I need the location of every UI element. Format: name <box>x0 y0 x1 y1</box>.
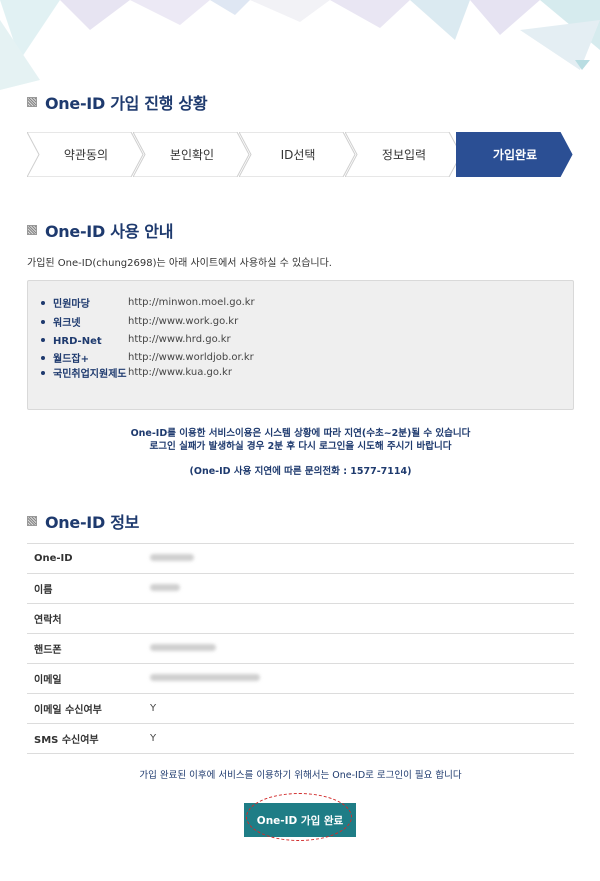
table-row: SMS 수신여부 Y <box>27 723 574 754</box>
account-info-table: One-ID 이름 연락처 핸드폰 이메일 이메일 수신여부 Y SMS 수신여… <box>27 543 574 754</box>
bullet-icon <box>41 301 45 305</box>
usage-intro-text: 가입된 One-ID(chung2698)는 아래 사이트에서 사용하실 수 있… <box>27 258 332 269</box>
bullet-icon <box>41 320 45 324</box>
login-required-note: 가입 완료된 이후에 서비스를 이용하기 위해서는 One-ID로 로그인이 필… <box>139 770 462 781</box>
table-row: One-ID <box>27 543 574 574</box>
info-section-title: One-ID 정보 <box>27 509 139 533</box>
info-title: One-ID 정보 <box>45 513 140 532</box>
complete-button-wrap: One-ID 가입 완료 <box>244 803 356 837</box>
step-identity-check: 본인확인 <box>133 132 251 177</box>
signup-progress-steps: 약관동의 본인확인 ID선택 정보입력 가입완료 <box>27 132 574 177</box>
table-row: 핸드폰 <box>27 633 574 664</box>
bullet-icon <box>41 356 45 360</box>
table-row: 이메일 수신여부 Y <box>27 693 574 724</box>
step-id-select: ID선택 <box>239 132 357 177</box>
title-bullet-icon <box>27 97 37 107</box>
site-list-box: 민원마당 http://minwon.moel.go.kr 워크넷 http:/… <box>27 280 574 410</box>
blurred-value <box>150 674 260 681</box>
table-row: 연락처 <box>27 603 574 634</box>
delay-notice-line2: 로그인 실패가 발생하실 경우 2분 후 다시 로그인을 시도해 주시기 바랍니… <box>149 441 452 452</box>
table-row: 이메일 <box>27 663 574 694</box>
step-complete: 가입완료 <box>456 132 574 177</box>
contact-phone-text: (One-ID 사용 지연에 따른 문의전화 : 1577-7114) <box>189 466 412 477</box>
step-terms: 약관동의 <box>27 132 145 177</box>
progress-section-title: One-ID 가입 진행 상황 <box>27 90 208 114</box>
usage-title: One-ID 사용 안내 <box>45 222 174 241</box>
step-info-input: 정보입력 <box>345 132 463 177</box>
blurred-value <box>150 584 180 591</box>
blurred-value <box>150 644 216 651</box>
title-bullet-icon <box>27 225 37 235</box>
title-bullet-icon <box>27 516 37 526</box>
bullet-icon <box>41 371 45 375</box>
blurred-value <box>150 554 194 561</box>
site-url-link[interactable]: http://www.kua.go.kr <box>128 367 232 378</box>
progress-title: One-ID 가입 진행 상황 <box>45 94 208 113</box>
header-background-pattern <box>0 0 600 90</box>
bullet-icon <box>41 338 45 342</box>
site-url-link[interactable]: http://minwon.moel.go.kr <box>128 297 255 308</box>
site-url-link[interactable]: http://www.work.go.kr <box>128 316 238 327</box>
delay-notice-line1: One-ID를 이용한 서비스이용은 시스템 상황에 따라 지연(수초~2분)될… <box>130 428 471 439</box>
usage-section-title: One-ID 사용 안내 <box>27 218 173 242</box>
table-row: 이름 <box>27 573 574 604</box>
site-url-link[interactable]: http://www.worldjob.or.kr <box>128 352 254 363</box>
signup-complete-button[interactable]: One-ID 가입 완료 <box>244 803 356 837</box>
site-url-link[interactable]: http://www.hrd.go.kr <box>128 334 231 345</box>
